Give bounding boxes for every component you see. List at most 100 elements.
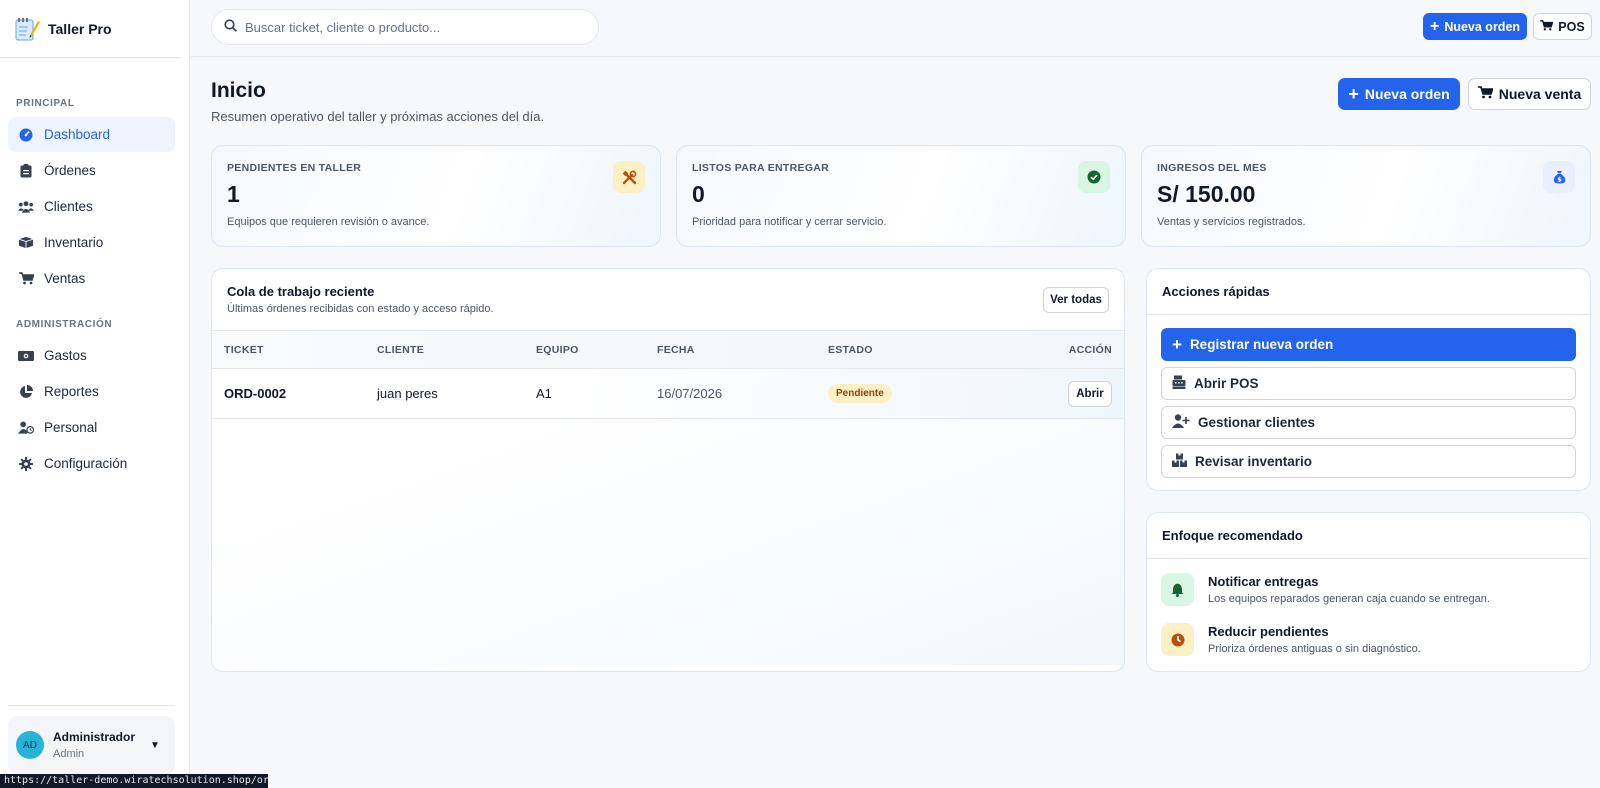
register-order-button[interactable]: + Registrar nueva orden — [1161, 328, 1576, 361]
sidebar-item-configuracion[interactable]: Configuración — [8, 446, 175, 481]
cell-accion: Abrir — [978, 380, 1124, 407]
stat-description: Equipos que requieren revisión o avance. — [227, 216, 430, 228]
open-order-button[interactable]: Abrir — [1068, 380, 1112, 407]
user-name: Administrador — [53, 730, 136, 744]
table-row[interactable]: ORD-0002 juan peres A1 16/07/2026 Pendie… — [212, 369, 1124, 419]
caret-down-icon: ▼ — [150, 739, 160, 751]
money-icon — [18, 348, 34, 364]
recommended-focus-panel: Enfoque recomendado Notificar entregas L… — [1146, 512, 1591, 672]
stat-label: INGRESOS DEL MES — [1157, 162, 1267, 174]
search-icon — [224, 19, 237, 35]
top-new-order-label: Nueva orden — [1444, 19, 1521, 34]
open-pos-button[interactable]: Abrir POS — [1161, 367, 1576, 400]
work-queue-title: Cola de trabajo reciente — [227, 284, 375, 299]
stat-card-ingresos: INGRESOS DEL MES S/ 150.00 Ventas y serv… — [1141, 145, 1591, 247]
work-queue-header: Cola de trabajo reciente Últimas órdenes… — [212, 269, 1124, 331]
column-header-cliente[interactable]: CLIENTE — [377, 344, 536, 356]
cart-icon — [18, 271, 34, 287]
top-new-order-button[interactable]: + Nueva orden — [1423, 13, 1527, 40]
top-pos-button[interactable]: POS — [1533, 13, 1592, 40]
notepad-logo-icon — [14, 16, 40, 42]
quick-actions-title: Acciones rápidas — [1162, 284, 1270, 299]
cash-register-icon — [1172, 375, 1186, 392]
money-bag-icon: $ — [1543, 161, 1575, 193]
page-subtitle: Resumen operativo del taller y próximas … — [211, 109, 545, 124]
table-header: TICKET CLIENTE EQUIPO FECHA ESTADO ACCIÓ… — [212, 331, 1124, 369]
stat-description: Ventas y servicios registrados. — [1157, 216, 1306, 228]
boxes-icon — [1172, 453, 1187, 470]
new-order-button[interactable]: + Nueva orden — [1338, 78, 1460, 110]
sidebar-item-label: Configuración — [44, 456, 128, 471]
stat-value: 0 — [692, 181, 705, 207]
focus-item-reduce: Reducir pendientes Prioriza órdenes anti… — [1147, 623, 1590, 671]
view-all-button[interactable]: Ver todas — [1043, 287, 1109, 313]
cell-equipo: A1 — [536, 386, 552, 401]
sidebar-item-dashboard[interactable]: Dashboard — [8, 117, 175, 152]
table-empty-area — [212, 419, 1124, 665]
manage-clients-button[interactable]: Gestionar clientes — [1161, 406, 1576, 439]
recommended-focus-title: Enfoque recomendado — [1162, 528, 1303, 543]
users-icon — [18, 199, 34, 215]
new-sale-button[interactable]: Nueva venta — [1468, 78, 1591, 110]
search-input[interactable] — [245, 19, 565, 35]
sidebar-divider — [8, 705, 175, 706]
plus-icon: + — [1348, 84, 1359, 104]
dashboard-icon — [18, 127, 34, 143]
work-queue-subtitle: Últimas órdenes recibidas con estado y a… — [227, 303, 494, 315]
sidebar-item-label: Reportes — [44, 384, 99, 399]
top-pos-label: POS — [1558, 19, 1585, 34]
sidebar-item-label: Dashboard — [44, 127, 111, 142]
sidebar-item-label: Inventario — [44, 235, 104, 250]
stat-card-listos: LISTOS PARA ENTREGAR 0 Prioridad para no… — [676, 145, 1126, 247]
stat-value: 1 — [227, 181, 240, 207]
plus-icon: + — [1429, 17, 1440, 35]
bell-icon — [1161, 573, 1194, 606]
focus-item-notify: Notificar entregas Los equipos reparados… — [1147, 573, 1590, 623]
focus-description: Prioriza órdenes antiguas o sin diagnóst… — [1208, 643, 1421, 655]
new-order-label: Nueva orden — [1364, 86, 1450, 102]
cell-ticket: ORD-0002 — [224, 386, 287, 401]
review-inventory-label: Revisar inventario — [1195, 454, 1313, 469]
stat-label: PENDIENTES EN TALLER — [227, 162, 362, 174]
clipboard-icon — [18, 163, 34, 179]
cart-icon — [1540, 19, 1554, 34]
manage-clients-label: Gestionar clientes — [1198, 415, 1316, 430]
user-clock-icon — [18, 420, 34, 436]
stat-card-pendientes: PENDIENTES EN TALLER 1 Equipos que requi… — [211, 145, 661, 247]
status-bar-url: https://taller-demo.wiratechsolution.sho… — [0, 774, 268, 788]
sidebar-item-clientes[interactable]: Clientes — [8, 189, 175, 224]
column-header-ticket[interactable]: TICKET — [212, 344, 377, 356]
sidebar-item-personal[interactable]: Personal — [8, 410, 175, 445]
cell-estado: Pendiente — [828, 384, 978, 403]
quick-actions-header: Acciones rápidas — [1147, 269, 1590, 315]
search-box[interactable] — [211, 9, 599, 45]
column-header-equipo[interactable]: EQUIPO — [536, 344, 657, 356]
review-inventory-button[interactable]: Revisar inventario — [1161, 445, 1576, 478]
stat-description: Prioridad para notificar y cerrar servic… — [692, 216, 887, 228]
sidebar-item-gastos[interactable]: Gastos — [8, 338, 175, 373]
user-menu[interactable]: AD Administrador Admin ▼ — [8, 716, 175, 774]
clock-icon — [1161, 623, 1194, 656]
topbar: + Nueva orden POS — [191, 0, 1600, 57]
user-role: Admin — [53, 748, 85, 760]
sidebar-item-ventas[interactable]: Ventas — [8, 261, 175, 296]
cart-icon — [1477, 86, 1494, 102]
column-header-fecha[interactable]: FECHA — [657, 344, 828, 356]
stat-value: S/ 150.00 — [1157, 181, 1256, 207]
sidebar-item-reportes[interactable]: Reportes — [8, 374, 175, 409]
brand[interactable]: Taller Pro — [0, 0, 181, 58]
page-title: Inicio — [211, 79, 266, 102]
section-admin-label: ADMINISTRACIÓN — [16, 319, 113, 330]
sidebar-item-inventario[interactable]: Inventario — [8, 225, 175, 260]
column-header-accion: ACCIÓN — [1068, 343, 1112, 356]
work-queue-panel: Cola de trabajo reciente Últimas órdenes… — [211, 268, 1125, 672]
sidebar-item-ordenes[interactable]: Órdenes — [8, 153, 175, 188]
sidebar-item-label: Gastos — [44, 348, 87, 363]
new-sale-label: Nueva venta — [1498, 86, 1582, 102]
pie-chart-icon — [18, 384, 34, 400]
sidebar-item-label: Personal — [44, 420, 98, 435]
sidebar-item-label: Ventas — [44, 271, 86, 286]
user-plus-icon — [1172, 414, 1190, 431]
column-header-estado[interactable]: ESTADO — [828, 344, 978, 356]
recommended-focus-header: Enfoque recomendado — [1147, 513, 1590, 559]
